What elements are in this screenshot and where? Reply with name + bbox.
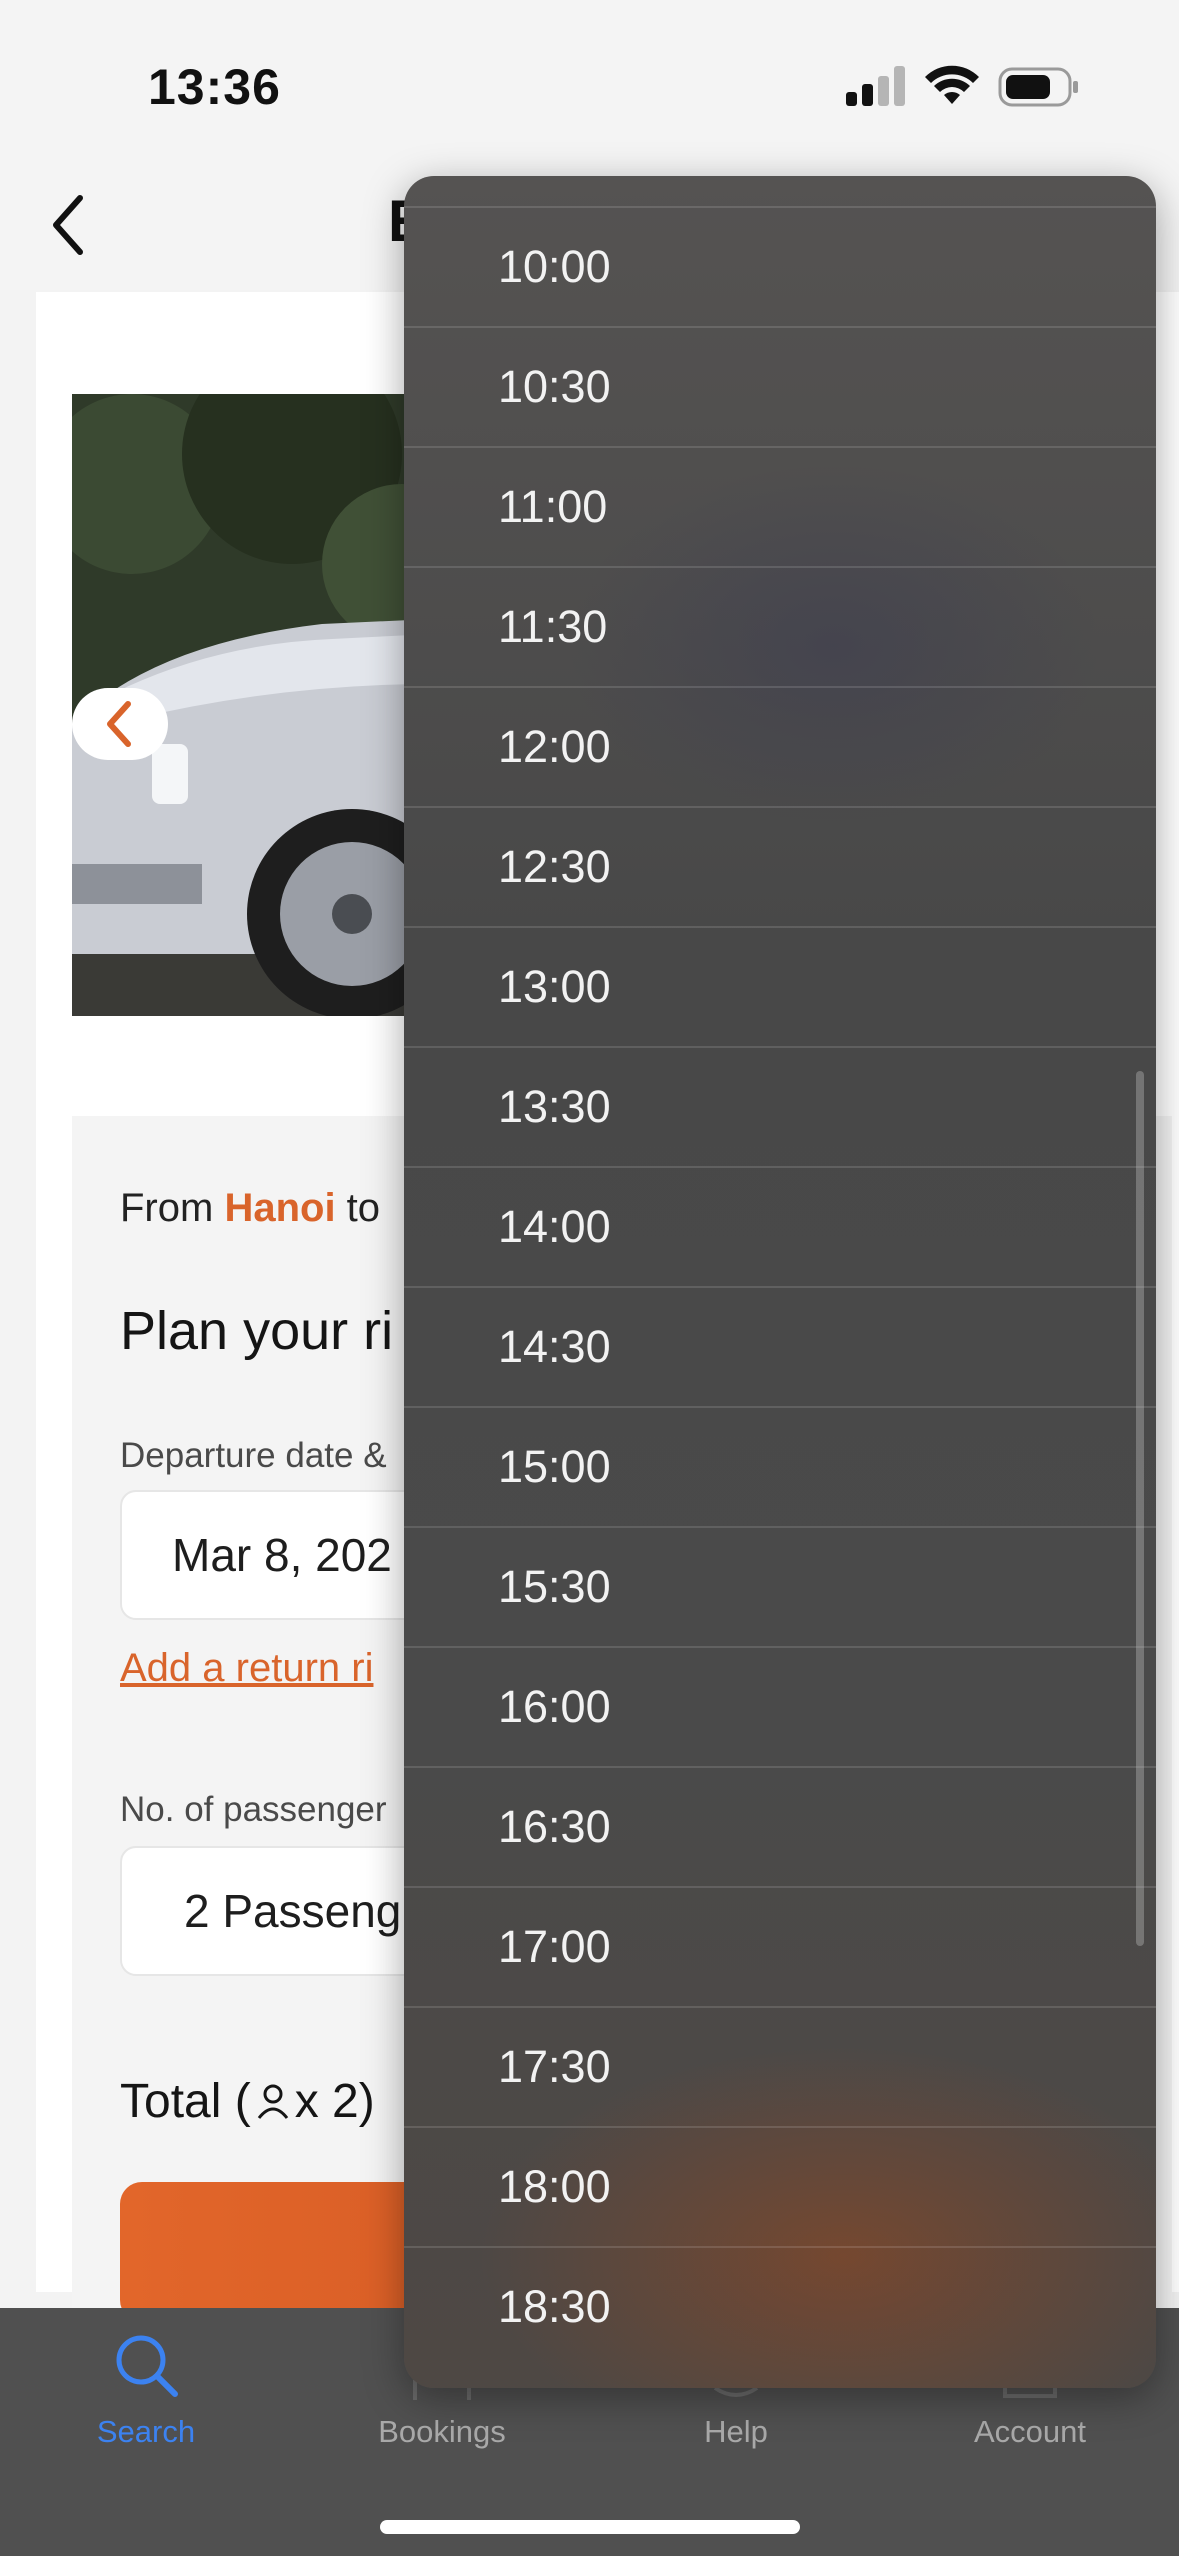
tab-label: Search [96,2414,196,2449]
chevron-left-icon [107,701,131,747]
route-summary: From Hanoi to [120,1186,381,1230]
person-icon [257,2084,288,2119]
time-option[interactable]: 11:30 [404,566,1156,686]
time-option[interactable]: 12:30 [404,806,1156,926]
back-chevron-icon[interactable] [44,190,94,260]
add-return-ride-link[interactable]: Add a return ri [120,1646,373,1691]
cellular-signal-icon [846,66,906,106]
time-option[interactable]: 14:00 [404,1166,1156,1286]
carousel-previous-button[interactable] [72,688,168,760]
time-option[interactable]: 16:30 [404,1766,1156,1886]
status-time: 13:36 [148,59,281,115]
passengers-label: No. of passenger [120,1790,387,1829]
search-icon [116,2335,178,2397]
time-option[interactable]: 15:00 [404,1406,1156,1526]
time-picker-menu[interactable]: 10:00 10:30 11:00 11:30 12:00 12:30 13:0… [404,176,1156,2388]
time-option[interactable]: 17:00 [404,1886,1156,2006]
time-option[interactable]: 15:30 [404,1526,1156,1646]
menu-scrollbar[interactable] [1136,1071,1144,1946]
origin-city: Hanoi [224,1186,336,1230]
time-option[interactable]: 13:00 [404,926,1156,1046]
total-line: Total ( x 2) [120,2075,375,2128]
time-option[interactable]: 17:30 [404,2006,1156,2126]
time-option[interactable]: 18:00 [404,2126,1156,2246]
plan-title: Plan your ri [120,1301,394,1361]
time-option[interactable]: 12:00 [404,686,1156,806]
tab-label: Account [973,2414,1086,2449]
tab-search[interactable]: Search [46,2330,246,2450]
tab-label: Bookings [378,2414,506,2449]
time-option[interactable]: 16:00 [404,1646,1156,1766]
time-option[interactable]: 13:30 [404,1046,1156,1166]
time-option[interactable]: 18:30 [404,2246,1156,2366]
time-option[interactable]: 10:30 [404,326,1156,446]
time-option[interactable]: 10:00 [404,206,1156,326]
tab-label: Help [704,2414,768,2449]
time-option[interactable]: 11:00 [404,446,1156,566]
time-options-list: 10:00 10:30 11:00 11:30 12:00 12:30 13:0… [404,206,1156,2366]
home-indicator [380,2520,800,2534]
battery-icon [998,67,1078,107]
time-option[interactable]: 14:30 [404,1286,1156,1406]
wifi-icon [925,65,979,104]
departure-label: Departure date & [120,1436,387,1475]
